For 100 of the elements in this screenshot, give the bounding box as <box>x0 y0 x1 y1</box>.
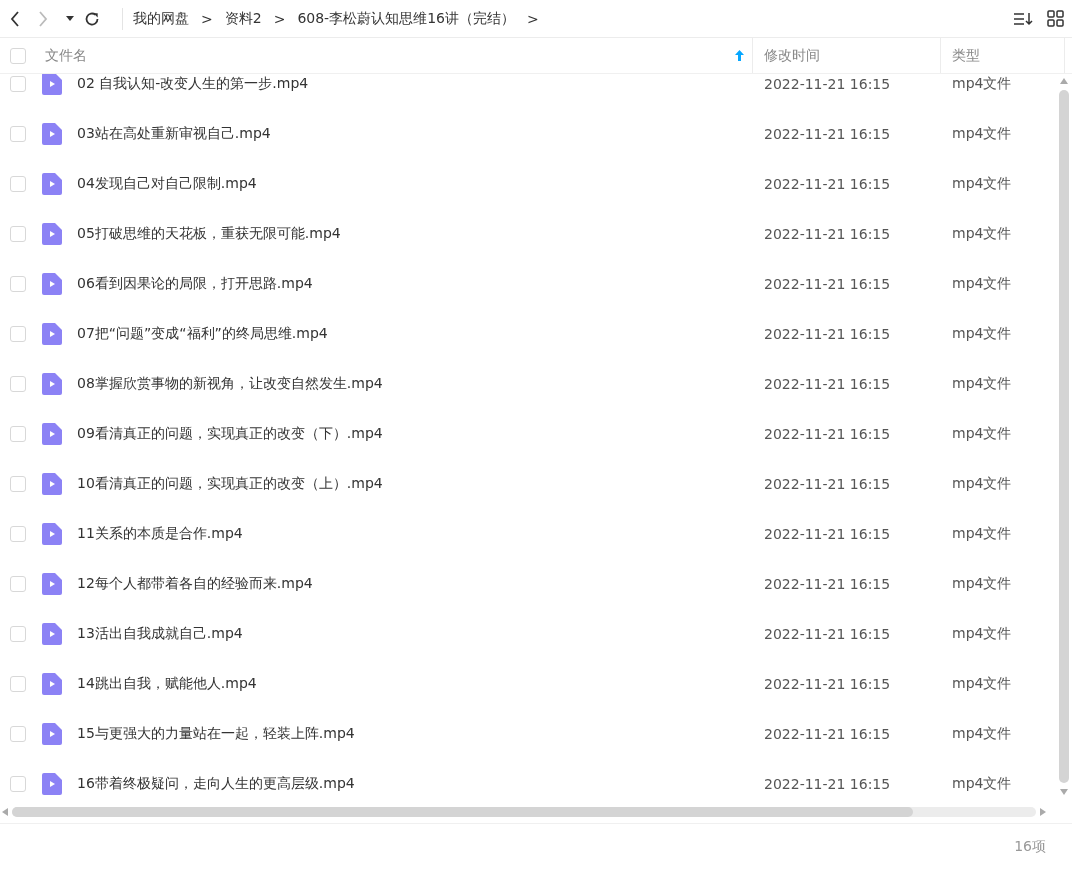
row-checkbox[interactable] <box>10 676 26 692</box>
file-name[interactable]: 14跳出自我，赋能他人.mp4 <box>77 675 257 693</box>
file-type: mp4文件 <box>951 125 1013 143</box>
grid-view-button[interactable] <box>1047 10 1064 27</box>
refresh-button[interactable] <box>84 10 100 27</box>
video-file-icon <box>42 773 62 795</box>
row-checkbox[interactable] <box>10 126 26 142</box>
caret-icon <box>66 16 74 21</box>
modified-time: 2022-11-21 16:15 <box>763 276 892 292</box>
breadcrumb-link[interactable]: 我的网盘 <box>133 9 189 28</box>
file-name[interactable]: 13活出自我成就自己.mp4 <box>77 625 243 643</box>
modified-time: 2022-11-21 16:15 <box>763 526 892 542</box>
column-header[interactable]: 文件名 <box>36 38 753 73</box>
row-checkbox[interactable] <box>10 276 26 292</box>
column-header[interactable]: 修改时间 <box>753 38 941 73</box>
back-icon <box>10 10 20 27</box>
modified-time: 2022-11-21 16:15 <box>763 576 892 592</box>
file-type: mp4文件 <box>951 525 1013 543</box>
modified-time: 2022-11-21 16:15 <box>763 126 892 142</box>
sort-icon <box>1013 10 1033 27</box>
file-type: mp4文件 <box>951 675 1013 693</box>
scroll-down-icon[interactable] <box>1060 789 1068 795</box>
row-checkbox[interactable] <box>10 226 26 242</box>
scroll-right-icon[interactable] <box>1040 808 1046 816</box>
video-file-icon <box>42 323 62 345</box>
video-file-icon <box>42 573 62 595</box>
file-type: mp4文件 <box>951 375 1013 393</box>
row-checkbox[interactable] <box>10 176 26 192</box>
video-file-icon <box>42 623 62 645</box>
row-checkbox[interactable] <box>10 426 26 442</box>
video-file-icon <box>42 223 62 245</box>
modified-time: 2022-11-21 16:15 <box>763 326 892 342</box>
file-name[interactable]: 09看清真正的问题，实现真正的改变（下）.mp4 <box>77 425 383 443</box>
file-name[interactable]: 08掌握欣赏事物的新视角，让改变自然发生.mp4 <box>77 375 383 393</box>
file-name[interactable]: 11关系的本质是合作.mp4 <box>77 525 243 543</box>
file-type: mp4文件 <box>951 175 1013 193</box>
video-file-icon <box>42 273 62 295</box>
video-file-icon <box>42 173 62 195</box>
file-name[interactable]: 15与更强大的力量站在一起，轻装上阵.mp4 <box>77 725 355 743</box>
breadcrumb-separator: > <box>273 10 286 27</box>
video-file-icon <box>42 673 62 695</box>
back-button[interactable] <box>10 10 20 27</box>
modified-time: 2022-11-21 16:15 <box>763 726 892 742</box>
file-name[interactable]: 03站在高处重新审视自己.mp4 <box>77 125 271 143</box>
history-dropdown-button[interactable] <box>66 16 74 21</box>
video-file-icon <box>42 123 62 145</box>
row-checkbox[interactable] <box>10 626 26 642</box>
file-name[interactable]: 07把“问题”变成“福利”的终局思维.mp4 <box>77 325 328 343</box>
modified-time: 2022-11-21 16:15 <box>763 76 892 92</box>
video-file-icon <box>42 473 62 495</box>
file-type: mp4文件 <box>951 625 1013 643</box>
breadcrumb-link[interactable]: 资料2 <box>224 9 262 28</box>
vertical-scrollbar[interactable] <box>1058 78 1070 795</box>
file-name[interactable]: 16带着终极疑问，走向人生的更高层级.mp4 <box>77 775 355 793</box>
row-checkbox[interactable] <box>10 526 26 542</box>
modified-time: 2022-11-21 16:15 <box>763 376 892 392</box>
file-name[interactable]: 04发现自己对自己限制.mp4 <box>77 175 257 193</box>
file-type: mp4文件 <box>951 75 1013 93</box>
file-type: mp4文件 <box>951 275 1013 293</box>
video-file-icon <box>42 723 62 745</box>
video-file-icon <box>42 74 62 95</box>
row-checkbox[interactable] <box>10 326 26 342</box>
file-type: mp4文件 <box>951 325 1013 343</box>
breadcrumb-separator: > <box>201 10 213 27</box>
row-checkbox[interactable] <box>10 726 26 742</box>
modified-time: 2022-11-21 16:15 <box>763 676 892 692</box>
row-checkbox[interactable] <box>10 76 26 92</box>
scroll-left-icon[interactable] <box>2 808 8 816</box>
file-name[interactable]: 12每个人都带着各自的经验而来.mp4 <box>77 575 313 593</box>
select-all-checkbox[interactable] <box>10 47 26 64</box>
column-header[interactable]: 类型 <box>941 38 1065 73</box>
row-checkbox[interactable] <box>10 576 26 592</box>
modified-time: 2022-11-21 16:15 <box>763 626 892 642</box>
video-file-icon <box>42 423 62 445</box>
sort-button[interactable] <box>1013 10 1033 27</box>
file-type: mp4文件 <box>951 225 1013 243</box>
scroll-up-icon[interactable] <box>1060 78 1068 84</box>
scrollbar-thumb[interactable] <box>1059 90 1069 783</box>
file-type: mp4文件 <box>951 725 1013 743</box>
refresh-icon <box>84 10 100 27</box>
grid-icon <box>1047 10 1064 27</box>
video-file-icon <box>42 523 62 545</box>
breadcrumb-link[interactable]: 608-李松蔚认知思维16讲（完结） <box>297 9 515 28</box>
row-checkbox[interactable] <box>10 476 26 492</box>
row-checkbox[interactable] <box>10 776 26 792</box>
item-count: 16项 <box>1014 837 1046 856</box>
forward-button[interactable] <box>38 10 48 27</box>
modified-time: 2022-11-21 16:15 <box>763 226 892 242</box>
file-name[interactable]: 02 自我认知-改变人生的第一步.mp4 <box>77 75 309 93</box>
modified-time: 2022-11-21 16:15 <box>763 176 892 192</box>
modified-time: 2022-11-21 16:15 <box>763 776 892 792</box>
sort-ascending-icon <box>735 50 744 61</box>
video-file-icon <box>42 373 62 395</box>
file-name[interactable]: 06看到因果论的局限，打开思路.mp4 <box>77 275 313 293</box>
modified-time: 2022-11-21 16:15 <box>763 476 892 492</box>
file-type: mp4文件 <box>951 475 1013 493</box>
file-name[interactable]: 05打破思维的天花板，重获无限可能.mp4 <box>77 225 341 243</box>
file-type: mp4文件 <box>951 575 1013 593</box>
file-name[interactable]: 10看清真正的问题，实现真正的改变（上）.mp4 <box>77 475 383 493</box>
row-checkbox[interactable] <box>10 376 26 392</box>
